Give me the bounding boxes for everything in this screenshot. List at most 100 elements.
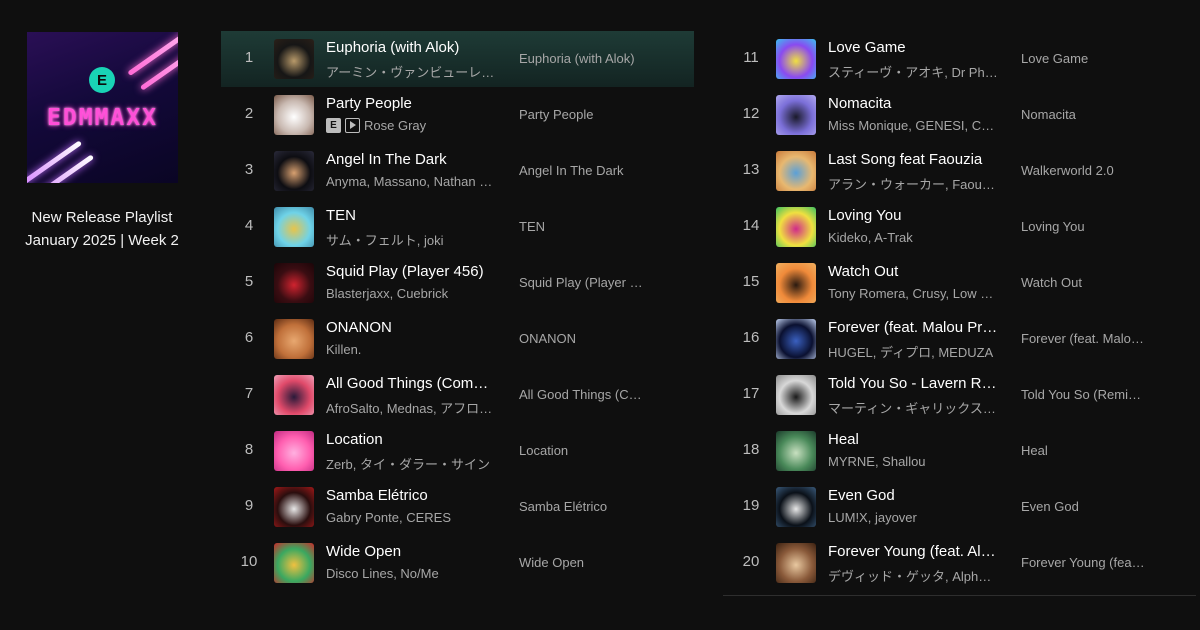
track-album[interactable]: ONANON [519,331,644,346]
album-thumbnail[interactable] [274,431,314,471]
track-artist[interactable]: AfroSalto, Mednas, アフロジャック [326,398,496,417]
track-row[interactable]: 12 Nomacita Miss Monique, GENESI, Cassian N… [723,87,1196,143]
track-artist[interactable]: Zerb, タイ・ダラー・サイン [326,454,496,473]
track-row[interactable]: 6 ONANON Killen. ONANON [221,311,694,367]
track-artist[interactable]: Gabry Ponte, CERES [326,510,496,525]
track-row[interactable]: 3 Angel In The Dark Anyma, Massano, Nathan… [221,143,694,199]
album-thumbnail[interactable] [776,39,816,79]
track-title[interactable]: Told You So - Lavern Remix [828,375,998,392]
track-artist[interactable]: スティーヴ・アオキ, Dr Phunk [828,62,998,81]
album-thumbnail[interactable] [776,487,816,527]
track-row[interactable]: 19 Even God LUM!X, jayover Even God [723,479,1196,535]
album-thumbnail[interactable] [776,95,816,135]
track-artist[interactable]: Miss Monique, GENESI, Cassian [828,118,998,133]
track-artist[interactable]: Tony Romera, Crusy, Low Steppa [828,286,998,301]
track-album[interactable]: Watch Out [1021,275,1146,290]
album-thumbnail[interactable] [274,375,314,415]
track-row[interactable]: 18 Heal MYRNE, Shallou Heal [723,423,1196,479]
track-album[interactable]: Heal [1021,443,1146,458]
track-row[interactable]: 20 Forever Young (feat. Alphaville) デヴィッド・… [723,535,1196,591]
track-title[interactable]: Loving You [828,207,998,224]
track-artist[interactable]: Disco Lines, No/Me [326,566,496,581]
track-title[interactable]: Watch Out [828,263,998,280]
album-thumbnail[interactable] [274,319,314,359]
track-album[interactable]: All Good Things (Come To An End) [519,387,644,402]
track-title[interactable]: Forever (feat. Malou Prytz) [828,319,998,336]
album-thumbnail[interactable] [274,487,314,527]
track-row[interactable]: 8 Location Zerb, タイ・ダラー・サイン Location [221,423,694,479]
track-title[interactable]: Party People [326,95,496,112]
track-album[interactable]: Wide Open [519,555,644,570]
album-thumbnail[interactable] [274,95,314,135]
track-row[interactable]: 10 Wide Open Disco Lines, No/Me Wide Open [221,535,694,591]
track-title[interactable]: Even God [828,487,998,504]
track-title[interactable]: Angel In The Dark [326,151,496,168]
track-row[interactable]: 2 Party People E Rose Gray Party People [221,87,694,143]
playlist-cover-art[interactable]: E EDMMAXX [27,32,178,183]
track-artist[interactable]: アーミン・ヴァンビューレン, Alok [326,62,496,81]
track-artist[interactable]: Rose Gray [364,118,426,133]
album-thumbnail[interactable] [776,151,816,191]
track-title[interactable]: Forever Young (feat. Alphaville) [828,543,998,560]
track-row[interactable]: 13 Last Song feat Faouzia アラン・ウォーカー, Faouz… [723,143,1196,199]
track-artist[interactable]: MYRNE, Shallou [828,454,998,469]
track-row[interactable]: 5 Squid Play (Player 456) Blasterjaxx, Cue… [221,255,694,311]
track-title[interactable]: Wide Open [326,543,496,560]
track-title[interactable]: Heal [828,431,998,448]
track-title[interactable]: Squid Play (Player 456) [326,263,496,280]
track-row[interactable]: 15 Watch Out Tony Romera, Crusy, Low Stepp… [723,255,1196,311]
track-row[interactable]: 17 Told You So - Lavern Remix マーティン・ギャリックス… [723,367,1196,423]
track-row[interactable]: 1 Euphoria (with Alok) アーミン・ヴァンビューレン, Alok… [221,31,694,87]
track-artist[interactable]: LUM!X, jayover [828,510,998,525]
album-thumbnail[interactable] [776,263,816,303]
track-album[interactable]: Location [519,443,644,458]
track-album[interactable]: Angel In The Dark [519,163,644,178]
track-title[interactable]: All Good Things (Come To An End) [326,375,496,392]
album-thumbnail[interactable] [776,431,816,471]
album-thumbnail[interactable] [274,207,314,247]
track-row[interactable]: 16 Forever (feat. Malou Prytz) HUGEL, ディプロ… [723,311,1196,367]
track-album[interactable]: Nomacita [1021,107,1146,122]
track-title[interactable]: Euphoria (with Alok) [326,39,496,56]
track-row[interactable]: 11 Love Game スティーヴ・アオキ, Dr Phunk Love Game [723,31,1196,87]
track-album[interactable]: Euphoria (with Alok) [519,51,644,66]
album-thumbnail[interactable] [776,543,816,583]
album-thumbnail[interactable] [274,151,314,191]
track-artist[interactable]: HUGEL, ディプロ, MEDUZA [828,342,998,361]
album-thumbnail[interactable] [274,39,314,79]
track-album[interactable]: Party People [519,107,644,122]
track-album[interactable]: Loving You [1021,219,1146,234]
track-row[interactable]: 14 Loving You Kideko, A-Trak Loving You [723,199,1196,255]
track-artist[interactable]: Kideko, A-Trak [828,230,998,245]
track-artist[interactable]: Blasterjaxx, Cuebrick [326,286,496,301]
track-artist[interactable]: Anyma, Massano, Nathan Nicholson [326,174,496,189]
track-title[interactable]: TEN [326,207,496,224]
track-row[interactable]: 9 Samba Elétrico Gabry Ponte, CERES Samba E… [221,479,694,535]
track-row[interactable]: 7 All Good Things (Come To An End) AfroSal… [221,367,694,423]
track-artist[interactable]: アラン・ウォーカー, Faouzia [828,174,998,193]
track-title[interactable]: Nomacita [828,95,998,112]
track-album[interactable]: Told You So (Remixes) [1021,387,1146,402]
track-album[interactable]: Squid Play (Player 456) [519,275,644,290]
track-album[interactable]: Forever (feat. Malou Prytz) [1021,331,1146,346]
album-thumbnail[interactable] [274,263,314,303]
track-title[interactable]: Samba Elétrico [326,487,496,504]
track-artist[interactable]: サム・フェルト, joki [326,230,496,249]
track-album[interactable]: Samba Elétrico [519,499,644,514]
track-album[interactable]: Love Game [1021,51,1146,66]
track-artist[interactable]: Killen. [326,342,496,357]
track-album[interactable]: Forever Young (feat. Alphaville) [1021,555,1146,570]
track-title[interactable]: Love Game [828,39,998,56]
track-row[interactable]: 4 TEN サム・フェルト, joki TEN [221,199,694,255]
track-artist[interactable]: マーティン・ギャリックス, Jex [828,398,998,417]
album-thumbnail[interactable] [274,543,314,583]
track-album[interactable]: TEN [519,219,644,234]
track-title[interactable]: Last Song feat Faouzia [828,151,998,168]
track-artist[interactable]: デヴィッド・ゲッタ, Alphaville [828,566,998,585]
track-album[interactable]: Walkerworld 2.0 [1021,163,1146,178]
track-title[interactable]: ONANON [326,319,496,336]
album-thumbnail[interactable] [776,375,816,415]
track-album[interactable]: Even God [1021,499,1146,514]
album-thumbnail[interactable] [776,207,816,247]
album-thumbnail[interactable] [776,319,816,359]
